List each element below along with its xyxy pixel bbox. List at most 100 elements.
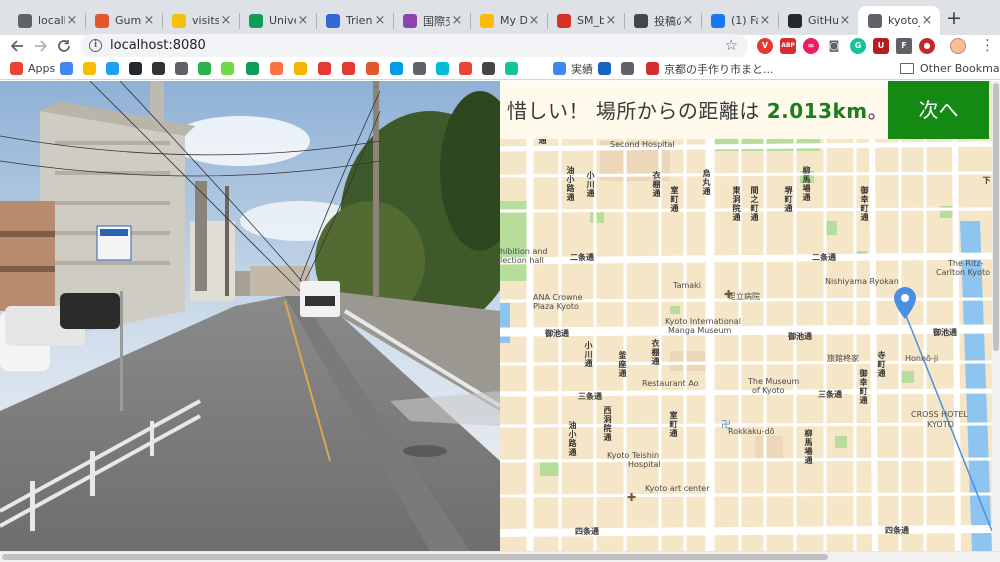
map-poi-label: Tamaki bbox=[673, 281, 702, 290]
browser-tab[interactable]: visits -× bbox=[162, 6, 239, 35]
close-tab-icon[interactable]: × bbox=[758, 13, 772, 28]
close-tab-icon[interactable]: × bbox=[219, 13, 233, 28]
other-bookmarks-folder[interactable]: Other Bookmarks bbox=[900, 60, 1000, 77]
kyoto-map[interactable]: ✚ ✚ 卍 Second Hospital Tamaki 足立病院 ANA Crown… bbox=[500, 81, 992, 551]
bookmark-item[interactable] bbox=[621, 60, 639, 77]
close-tab-icon[interactable]: × bbox=[681, 13, 695, 28]
map-street-label: 堺町通 bbox=[784, 186, 793, 213]
back-button[interactable] bbox=[6, 35, 28, 57]
result-text: 惜しい！ 場所からの距離は 2.013km。 bbox=[507, 95, 888, 124]
bookmark-item[interactable] bbox=[505, 60, 523, 77]
bookmark-item[interactable] bbox=[342, 60, 360, 77]
bookmark-star-icon[interactable]: ☆ bbox=[725, 36, 738, 54]
bookmark-item[interactable] bbox=[175, 60, 193, 77]
map-street-label: 二条通 bbox=[570, 253, 594, 262]
map-poi-label: Plaza Kyoto bbox=[533, 302, 579, 311]
close-tab-icon[interactable]: × bbox=[142, 13, 156, 28]
bookmark-item[interactable] bbox=[83, 60, 101, 77]
close-tab-icon[interactable]: × bbox=[920, 13, 934, 28]
map-street-label: 柳馬場通 bbox=[804, 429, 813, 465]
bookmark-item[interactable] bbox=[106, 60, 124, 77]
forward-button[interactable] bbox=[30, 35, 52, 57]
bookmarks-bar: Other Bookmarks Apps 実績 京都の手作り市まと... bbox=[0, 57, 1000, 80]
map-poi-label: Hospital bbox=[628, 460, 661, 469]
vertical-scroll-thumb[interactable] bbox=[993, 83, 999, 351]
wordpress-icon bbox=[482, 62, 495, 75]
bookmark-item[interactable] bbox=[436, 60, 454, 77]
bookmark-item[interactable] bbox=[246, 60, 264, 77]
close-tab-icon[interactable]: × bbox=[296, 13, 310, 28]
bookmark-item[interactable] bbox=[221, 60, 239, 77]
browser-tab[interactable]: kyoto_g× bbox=[858, 6, 940, 35]
menu-dots-icon[interactable]: ⋮ bbox=[980, 36, 995, 54]
vertical-scrollbar[interactable] bbox=[992, 81, 1000, 551]
horizontal-scroll-thumb[interactable] bbox=[2, 554, 828, 560]
bookmark-item[interactable] bbox=[598, 60, 616, 77]
map-street-label: 衣棚通 bbox=[651, 339, 660, 366]
camera-extension-icon[interactable]: ◙ bbox=[826, 38, 842, 54]
upwork-icon bbox=[221, 62, 234, 75]
browser-tab[interactable]: Gumro× bbox=[85, 6, 162, 35]
grammarly-extension-icon[interactable]: G bbox=[850, 38, 866, 54]
profile-avatar[interactable] bbox=[950, 38, 966, 54]
map-poi-label: of Kyoto bbox=[752, 386, 785, 395]
close-tab-icon[interactable]: × bbox=[527, 13, 541, 28]
bookmark-item[interactable] bbox=[294, 60, 312, 77]
adblock-extension-icon[interactable]: ABP bbox=[780, 38, 796, 54]
bookmark-item[interactable] bbox=[413, 60, 431, 77]
browser-tab[interactable]: 投稿の編× bbox=[624, 6, 701, 35]
bookmark-item[interactable] bbox=[366, 60, 384, 77]
close-tab-icon[interactable]: × bbox=[450, 13, 464, 28]
bookmark-item[interactable] bbox=[198, 60, 216, 77]
new-tab-button[interactable]: + bbox=[944, 7, 964, 29]
map-poi-label: Nishiyama Ryokan bbox=[825, 277, 899, 286]
reload-button[interactable] bbox=[53, 35, 75, 57]
close-tab-icon[interactable]: × bbox=[373, 13, 387, 28]
bookmark-item[interactable]: Apps bbox=[10, 60, 55, 77]
flag-extension-icon[interactable]: F bbox=[896, 38, 912, 54]
browser-tab[interactable]: SM_boc× bbox=[547, 6, 624, 35]
close-tab-icon[interactable]: × bbox=[65, 13, 79, 28]
browser-tab[interactable]: localho× bbox=[8, 6, 85, 35]
forward-arrow-icon bbox=[35, 40, 48, 52]
browser-tab[interactable]: Univers× bbox=[239, 6, 316, 35]
mic-extension-icon[interactable]: ● bbox=[919, 38, 935, 54]
address-bar[interactable]: i localhost:8080 ☆ bbox=[80, 34, 748, 58]
drive-icon bbox=[83, 62, 96, 75]
browser-tab[interactable]: Trienna× bbox=[316, 6, 393, 35]
globe-icon bbox=[413, 62, 426, 75]
browser-tab[interactable]: (1) Face× bbox=[701, 6, 778, 35]
tab-title: (1) Face bbox=[731, 14, 758, 27]
loop-extension-icon[interactable]: ∞ bbox=[803, 38, 819, 54]
street-view-panorama[interactable] bbox=[0, 81, 500, 551]
book-icon bbox=[621, 62, 634, 75]
close-tab-icon[interactable]: × bbox=[604, 13, 618, 28]
lantern-icon bbox=[646, 62, 659, 75]
bookmark-label: Apps bbox=[28, 62, 56, 75]
bookmark-item[interactable]: 京都の手作り市まと... bbox=[646, 60, 774, 77]
bookmark-item[interactable] bbox=[482, 60, 500, 77]
browser-tab[interactable]: 国際交× bbox=[393, 6, 470, 35]
apps-icon bbox=[10, 62, 23, 75]
info-icon[interactable]: i bbox=[89, 39, 102, 52]
map-street-label: 御幸町通 bbox=[860, 186, 869, 222]
horizontal-scrollbar[interactable] bbox=[0, 551, 1000, 562]
ublock-extension-icon[interactable]: U bbox=[873, 38, 889, 54]
map-poi-label: The Ritz- bbox=[948, 259, 984, 268]
browser-tab[interactable]: My Driv× bbox=[470, 6, 547, 35]
close-tab-icon[interactable]: × bbox=[838, 13, 852, 28]
bookmark-item[interactable] bbox=[390, 60, 408, 77]
vivaldi-extension-icon[interactable]: V bbox=[757, 38, 773, 54]
map-street-label: 下 bbox=[982, 176, 991, 185]
bookmark-item[interactable] bbox=[152, 60, 170, 77]
next-button[interactable]: 次へ bbox=[888, 81, 989, 139]
bookmark-item[interactable] bbox=[459, 60, 477, 77]
bookmark-item[interactable]: 実績 bbox=[553, 60, 593, 77]
grid-icon bbox=[270, 62, 283, 75]
bookmark-item[interactable] bbox=[270, 60, 288, 77]
browser-tab[interactable]: GitHub× bbox=[778, 6, 858, 35]
bookmark-item[interactable] bbox=[129, 60, 147, 77]
bookmark-item[interactable] bbox=[60, 60, 78, 77]
guess-marker-icon[interactable] bbox=[894, 287, 916, 319]
bookmark-item[interactable] bbox=[318, 60, 336, 77]
